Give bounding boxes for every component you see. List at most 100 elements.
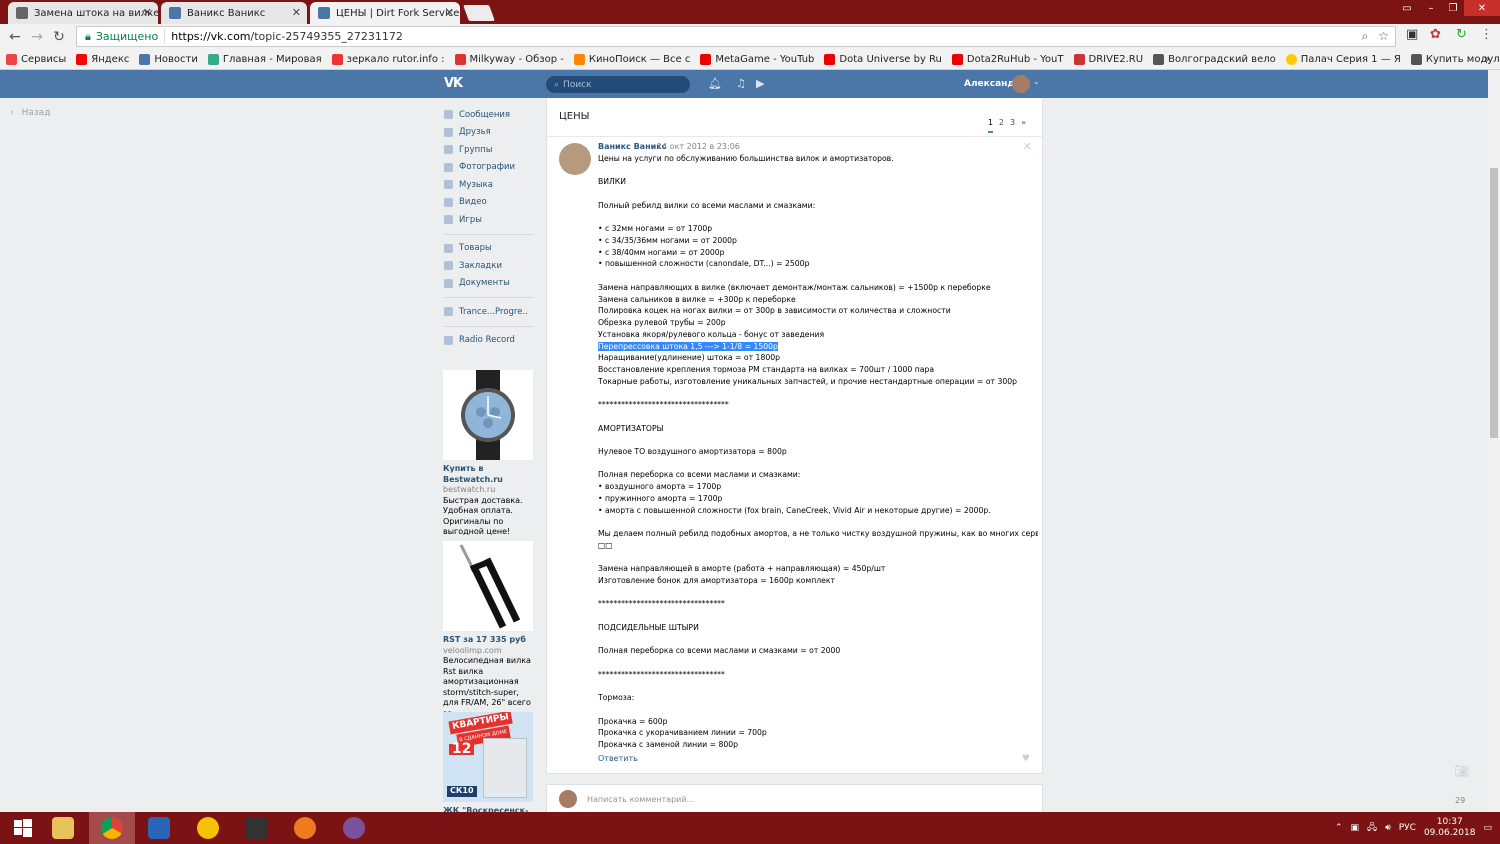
- menu-icon[interactable]: ⋮: [1480, 27, 1493, 42]
- file-explorer-icon[interactable]: [40, 812, 86, 844]
- ad-block[interactable]: КВАРТИРЫ В СДАННОМ ДОМЕ 12 СК10 ЖК "Воск…: [443, 712, 534, 827]
- sidebar-item-friends[interactable]: Друзья: [444, 124, 534, 142]
- more-bookmarks-button[interactable]: »: [1484, 54, 1490, 65]
- sidebar-item-music[interactable]: Музыка: [444, 176, 534, 194]
- bookmark-item[interactable]: MetaGame - YouTub: [700, 53, 814, 65]
- app-icon[interactable]: [185, 812, 231, 844]
- page-link[interactable]: 3: [1010, 118, 1015, 133]
- notification-icon[interactable]: ▭: [1483, 823, 1492, 833]
- clock[interactable]: 10:37 09.06.2018: [1424, 817, 1476, 839]
- sidebar-item-documents[interactable]: Документы: [444, 275, 534, 293]
- sidebar-item-market[interactable]: Товары: [444, 240, 534, 258]
- bookmark-item[interactable]: Новости: [139, 53, 198, 65]
- extension-icon[interactable]: ↻: [1456, 27, 1467, 42]
- bookmark-item[interactable]: Сервисы: [6, 53, 66, 65]
- extension-icon[interactable]: ▣: [1406, 27, 1418, 42]
- selected-text: Перепрессовка штока 1,5 ---> 1-1/8 = 150…: [598, 341, 778, 351]
- viber-icon[interactable]: [331, 812, 377, 844]
- bookmark-item[interactable]: Яндекс: [76, 53, 129, 65]
- sidebar-item-app[interactable]: Radio Record: [444, 332, 534, 350]
- post-line: **********************************: [598, 400, 729, 410]
- video-play-icon[interactable]: ▶: [756, 77, 764, 90]
- avatar[interactable]: [1012, 75, 1030, 93]
- back-link[interactable]: ‹ Назад: [10, 108, 50, 118]
- sidebar-item-games[interactable]: Игры: [444, 211, 534, 229]
- user-icon[interactable]: ▭: [1394, 0, 1420, 16]
- ad-block[interactable]: RST за 17 335 руб veloolimp.com Велосипе…: [443, 541, 534, 719]
- ad-title[interactable]: Купить в Bestwatch.ru: [443, 464, 534, 485]
- search-icon[interactable]: ⌕: [1362, 29, 1369, 44]
- app-icon: [444, 307, 453, 317]
- comment-input[interactable]: Написать комментарий...: [587, 795, 694, 804]
- post-line: Прокачка с заменой линии = 800р: [598, 739, 739, 749]
- next-page-link[interactable]: »: [1021, 118, 1026, 133]
- close-icon[interactable]: ✕: [292, 6, 301, 19]
- bookmark-item[interactable]: Главная - Мировая: [207, 53, 322, 65]
- bookmark-item[interactable]: зеркало rutor.info :: [331, 53, 445, 65]
- gpu-tweak-icon[interactable]: [233, 812, 279, 844]
- keyboard-layout[interactable]: РУС: [1399, 823, 1416, 833]
- bookmark-item[interactable]: КиноПоиск — Все с: [573, 53, 690, 65]
- bookmark-item[interactable]: Dota2RuHub - YouT: [951, 53, 1064, 65]
- page-link[interactable]: 1: [987, 118, 993, 133]
- post-line: Замена сальников в вилке = +300р к переб…: [598, 294, 796, 304]
- vk-logo[interactable]: VK: [444, 76, 463, 91]
- address-bar[interactable]: 🔒︎ Защищено https://vk.com/topic-2574935…: [76, 26, 1396, 47]
- sidebar-item-groups[interactable]: Группы: [444, 141, 534, 159]
- ad-block[interactable]: Купить в Bestwatch.ru bestwatch.ru Быстр…: [443, 370, 534, 538]
- url-text[interactable]: https://vk.com/topic-25749355_27231172: [165, 30, 403, 43]
- browser-tab-2[interactable]: Ваникс Ваникс ✕: [161, 2, 307, 24]
- post-date[interactable]: 14 окт 2012 в 23:06: [657, 142, 740, 151]
- tray-icon[interactable]: ▣: [1351, 823, 1360, 833]
- music-icon[interactable]: ♫: [736, 77, 746, 90]
- close-icon[interactable]: ✕: [445, 6, 454, 19]
- vk-search-input[interactable]: ⌕ Поиск: [546, 76, 690, 93]
- forward-arrow-icon[interactable]: →: [26, 26, 48, 48]
- chevron-down-icon[interactable]: ⌄: [1033, 77, 1040, 86]
- back-arrow-icon[interactable]: ←: [4, 26, 26, 48]
- close-icon[interactable]: ✕: [143, 6, 152, 19]
- new-tab-button[interactable]: [463, 5, 495, 21]
- search-placeholder: Поиск: [563, 79, 592, 90]
- extension-icon[interactable]: ✿: [1430, 27, 1441, 42]
- bookmark-item[interactable]: Палач Серия 1 — Я: [1285, 53, 1401, 65]
- close-window-button[interactable]: ✕: [1464, 0, 1500, 16]
- sidebar-item-video[interactable]: Видео: [444, 194, 534, 212]
- sidebar-item-photos[interactable]: Фотографии: [444, 159, 534, 177]
- firefox-icon[interactable]: [282, 812, 328, 844]
- volume-icon[interactable]: 🔊︎: [1385, 823, 1391, 833]
- comment-box[interactable]: Написать комментарий...: [546, 784, 1043, 814]
- youtube-icon: [951, 53, 963, 65]
- app-icon[interactable]: [136, 812, 182, 844]
- network-icon[interactable]: 🖧︎: [1367, 820, 1377, 836]
- bookmark-item[interactable]: Dota Universe by Ru: [824, 53, 942, 65]
- close-icon[interactable]: ✕: [1023, 140, 1032, 153]
- sidebar-item-messages[interactable]: Сообщения: [444, 106, 534, 124]
- page-link[interactable]: 2: [999, 118, 1004, 133]
- avatar[interactable]: [559, 143, 591, 175]
- bell-icon[interactable]: 🔔︎: [708, 77, 722, 90]
- page-scrollbar[interactable]: [1488, 70, 1500, 812]
- ad-title[interactable]: RST за 17 335 руб: [443, 635, 534, 646]
- sidebar-item-app[interactable]: Trance...Progre..: [444, 303, 534, 321]
- bookmark-label: DRIVE2.RU: [1088, 53, 1144, 65]
- chevron-up-icon[interactable]: ⌃: [1335, 823, 1343, 833]
- browser-tab-1[interactable]: Замена штока на вилке ✕: [8, 2, 158, 24]
- post-line: [598, 551, 1038, 563]
- bookmark-star-icon[interactable]: ☆: [1378, 29, 1389, 44]
- browser-tab-3[interactable]: ЦЕНЫ | Dirt Fork Service ✕: [310, 2, 460, 24]
- reply-link[interactable]: Ответить: [598, 754, 638, 763]
- restore-button[interactable]: ❐: [1442, 0, 1464, 16]
- bookmark-item[interactable]: Волгоградский вело: [1153, 53, 1276, 65]
- bookmark-item[interactable]: DRIVE2.RU: [1073, 53, 1144, 65]
- sidebar-item-bookmarks[interactable]: Закладки: [444, 257, 534, 275]
- chrome-icon[interactable]: [89, 812, 135, 844]
- camera-icon[interactable]: 📷︎: [1454, 764, 1469, 778]
- heart-icon[interactable]: ♥: [1022, 754, 1030, 764]
- minimize-button[interactable]: –: [1420, 0, 1442, 16]
- scrollbar-thumb[interactable]: [1490, 168, 1498, 438]
- sidebar-item-label: Сообщения: [459, 109, 511, 120]
- security-indicator[interactable]: 🔒︎ Защищено: [77, 29, 166, 44]
- reload-icon[interactable]: ↻: [48, 26, 70, 48]
- bookmark-item[interactable]: Milkyway - Обзор -: [454, 53, 564, 65]
